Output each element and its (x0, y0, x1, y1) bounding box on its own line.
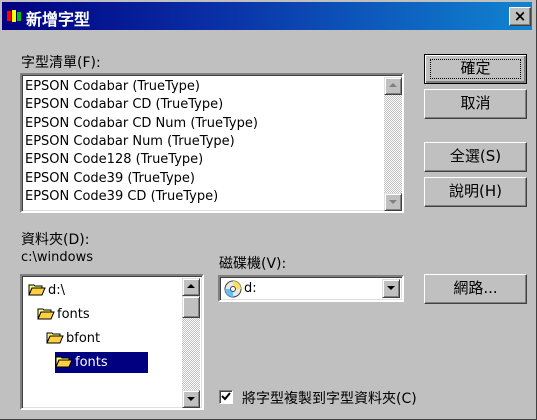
font-list-item[interactable]: EPSON Codabar CD (TrueType) (25, 96, 223, 114)
folder-scroll-up-button[interactable] (182, 278, 200, 296)
font-list-item[interactable]: EPSON Code128 (TrueType) (25, 151, 203, 169)
help-button-label: 說明(H) (449, 182, 502, 200)
open-folder-icon (55, 356, 73, 368)
scroll-down-button[interactable] (384, 193, 402, 211)
network-button-label: 網路... (453, 279, 498, 297)
folder-tree-item[interactable]: fonts (55, 352, 148, 373)
add-fonts-dialog: 新增字型 × 字型清單(F): EPSON Codabar (TrueType)… (0, 0, 537, 420)
copy-to-fonts-label[interactable]: 將字型複製到字型資料夾(C) (242, 388, 417, 408)
font-list-scrollbar[interactable] (384, 77, 402, 211)
scroll-up-button[interactable] (384, 77, 402, 95)
folder-tree-item[interactable]: fonts (37, 304, 90, 325)
drive-select[interactable]: d: (218, 275, 404, 302)
font-list-item[interactable]: EPSON Codabar Num (TrueType) (25, 133, 235, 151)
focus-rectangle (430, 59, 521, 79)
fonts-app-icon (6, 8, 22, 24)
open-folder-icon (37, 308, 55, 320)
checkmark-icon (221, 392, 231, 401)
close-button[interactable]: × (509, 7, 531, 26)
selected-drive: d: (244, 281, 257, 296)
copy-to-fonts-checkbox[interactable] (219, 390, 233, 404)
up-arrow-icon (389, 83, 397, 87)
down-arrow-icon (389, 200, 397, 204)
cancel-button[interactable]: 取消 (424, 89, 527, 119)
help-button[interactable]: 說明(H) (424, 177, 527, 207)
folder-scroll-thumb[interactable] (182, 296, 200, 318)
network-button[interactable]: 網路... (424, 274, 527, 304)
folder-name: fonts (57, 307, 90, 322)
folders-label: 資料夾(D): (21, 232, 90, 248)
folder-tree-scrollbar[interactable] (182, 278, 200, 408)
cancel-button-label: 取消 (460, 94, 491, 112)
title-bar[interactable]: 新增字型 × (2, 2, 532, 30)
font-list-label: 字型清單(F): (21, 55, 101, 71)
open-folder-icon (28, 284, 46, 296)
folder-tree-item[interactable]: d:\ (28, 280, 65, 301)
folder-name: bfont (66, 331, 101, 346)
folder-name: fonts (75, 355, 108, 370)
up-arrow-icon (187, 284, 195, 288)
folder-tree-item[interactable]: bfont (46, 328, 100, 349)
folder-scroll-down-button[interactable] (182, 390, 200, 408)
close-icon: × (513, 7, 527, 25)
font-list-item[interactable]: EPSON Code39 CD (TrueType) (25, 188, 218, 206)
chevron-down-icon (387, 286, 395, 290)
folder-tree[interactable]: d:\ fonts bfont fonts (20, 274, 204, 410)
down-arrow-icon (187, 397, 195, 401)
font-list-item[interactable]: EPSON Codabar (TrueType) (25, 78, 200, 96)
drive-dropdown-button[interactable] (382, 279, 400, 298)
window-title: 新增字型 (26, 10, 91, 29)
select-all-button-label: 全選(S) (449, 147, 502, 165)
font-list[interactable]: EPSON Codabar (TrueType) EPSON Codabar CD… (20, 73, 404, 213)
drives-label: 磁碟機(V): (219, 256, 287, 272)
open-folder-icon (46, 332, 64, 344)
ok-button[interactable]: 確定 (424, 54, 527, 84)
current-path: c:\windows (21, 250, 94, 265)
font-list-item[interactable]: EPSON Code39 (TrueType) (25, 170, 195, 188)
font-list-item[interactable]: EPSON Codabar CD Num (TrueType) (25, 115, 258, 133)
select-all-button[interactable]: 全選(S) (424, 142, 527, 172)
folder-name: d:\ (48, 283, 66, 298)
cd-drive-icon (224, 280, 242, 298)
